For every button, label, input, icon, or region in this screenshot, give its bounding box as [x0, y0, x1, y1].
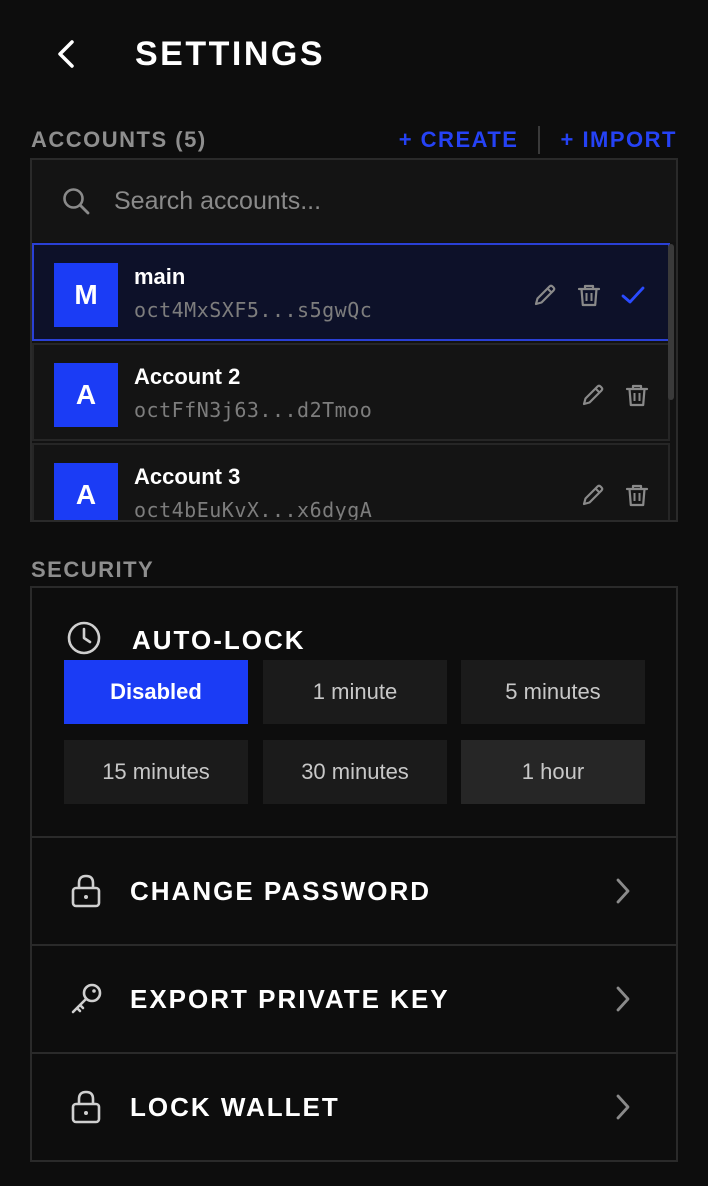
account-actions: + CREATE + IMPORT — [399, 126, 677, 154]
auto-lock-title: AUTO-LOCK — [132, 624, 306, 655]
avatar: A — [54, 463, 118, 520]
edit-icon[interactable] — [578, 480, 608, 510]
scrollbar-thumb[interactable] — [668, 244, 674, 400]
divider — [538, 126, 541, 154]
autolock-option-15-minutes[interactable]: 15 minutes — [64, 740, 248, 804]
account-name: main — [134, 264, 186, 289]
lock-icon — [66, 1087, 106, 1127]
header: SETTINGS — [0, 0, 708, 106]
account-address: oct4MxSXF5...s5gwQc — [134, 298, 373, 322]
auto-lock-header: AUTO-LOCK — [66, 620, 306, 661]
change-password-row[interactable]: CHANGE PASSWORD — [32, 836, 676, 944]
back-button[interactable] — [46, 34, 86, 74]
settings-page: SETTINGS ACCOUNTS (5) + CREATE + IMPORT … — [0, 0, 708, 1186]
account-name: Account 2 — [134, 364, 241, 389]
account-item-main[interactable]: M main oct4MxSXF5...s5gwQc — [32, 243, 670, 341]
autolock-option-1-minute[interactable]: 1 minute — [263, 660, 447, 724]
accounts-section-label: ACCOUNTS (5) — [31, 127, 207, 152]
chevron-right-icon — [608, 876, 638, 906]
account-item-account-2[interactable]: A Account 2 octFfN3j63...d2Tmoo — [32, 343, 670, 441]
trash-icon[interactable] — [622, 380, 652, 410]
change-password-label: CHANGE PASSWORD — [130, 875, 432, 906]
search-bar — [32, 160, 676, 242]
account-name: Account 3 — [134, 464, 241, 489]
autolock-option-5-minutes[interactable]: 5 minutes — [461, 660, 645, 724]
lock-icon — [66, 871, 106, 911]
chevron-right-icon — [608, 1092, 638, 1122]
edit-icon[interactable] — [578, 380, 608, 410]
security-section-label: SECURITY — [31, 557, 155, 582]
check-icon — [618, 280, 648, 310]
account-address: octFfN3j63...d2Tmoo — [134, 398, 373, 422]
account-item-account-3[interactable]: A Account 3 oct4bEuKvX...x6dygA — [32, 443, 670, 522]
autolock-option-30-minutes[interactable]: 30 minutes — [263, 740, 447, 804]
avatar: M — [54, 263, 118, 327]
export-private-key-row[interactable]: EXPORT PRIVATE KEY — [32, 944, 676, 1052]
lock-wallet-label: LOCK WALLET — [130, 1091, 340, 1122]
auto-lock-section: AUTO-LOCK Disabled 1 minute 5 minutes 15… — [32, 588, 676, 836]
trash-icon[interactable] — [622, 480, 652, 510]
chevron-left-icon — [58, 40, 74, 68]
lock-wallet-row[interactable]: LOCK WALLET — [32, 1052, 676, 1160]
account-list: M main oct4MxSXF5...s5gwQc A Account 2 o… — [32, 242, 676, 522]
page-title: SETTINGS — [135, 35, 326, 73]
chevron-right-icon — [608, 984, 638, 1014]
create-account-link[interactable]: + CREATE — [399, 126, 519, 154]
accounts-panel: M main oct4MxSXF5...s5gwQc — [30, 158, 678, 522]
key-icon — [66, 979, 106, 1019]
search-icon — [54, 179, 98, 223]
trash-icon[interactable] — [574, 280, 604, 310]
autolock-option-1-hour[interactable]: 1 hour — [461, 740, 645, 804]
import-account-link[interactable]: + IMPORT — [560, 126, 677, 154]
search-input[interactable] — [114, 179, 654, 223]
security-panel: AUTO-LOCK Disabled 1 minute 5 minutes 15… — [30, 586, 678, 1162]
autolock-option-disabled[interactable]: Disabled — [64, 660, 248, 724]
export-private-key-label: EXPORT PRIVATE KEY — [130, 983, 450, 1014]
account-list-scrollbar[interactable] — [668, 242, 674, 520]
avatar: A — [54, 363, 118, 427]
clock-icon — [66, 620, 102, 661]
account-address: oct4bEuKvX...x6dygA — [134, 498, 373, 522]
edit-icon[interactable] — [530, 280, 560, 310]
